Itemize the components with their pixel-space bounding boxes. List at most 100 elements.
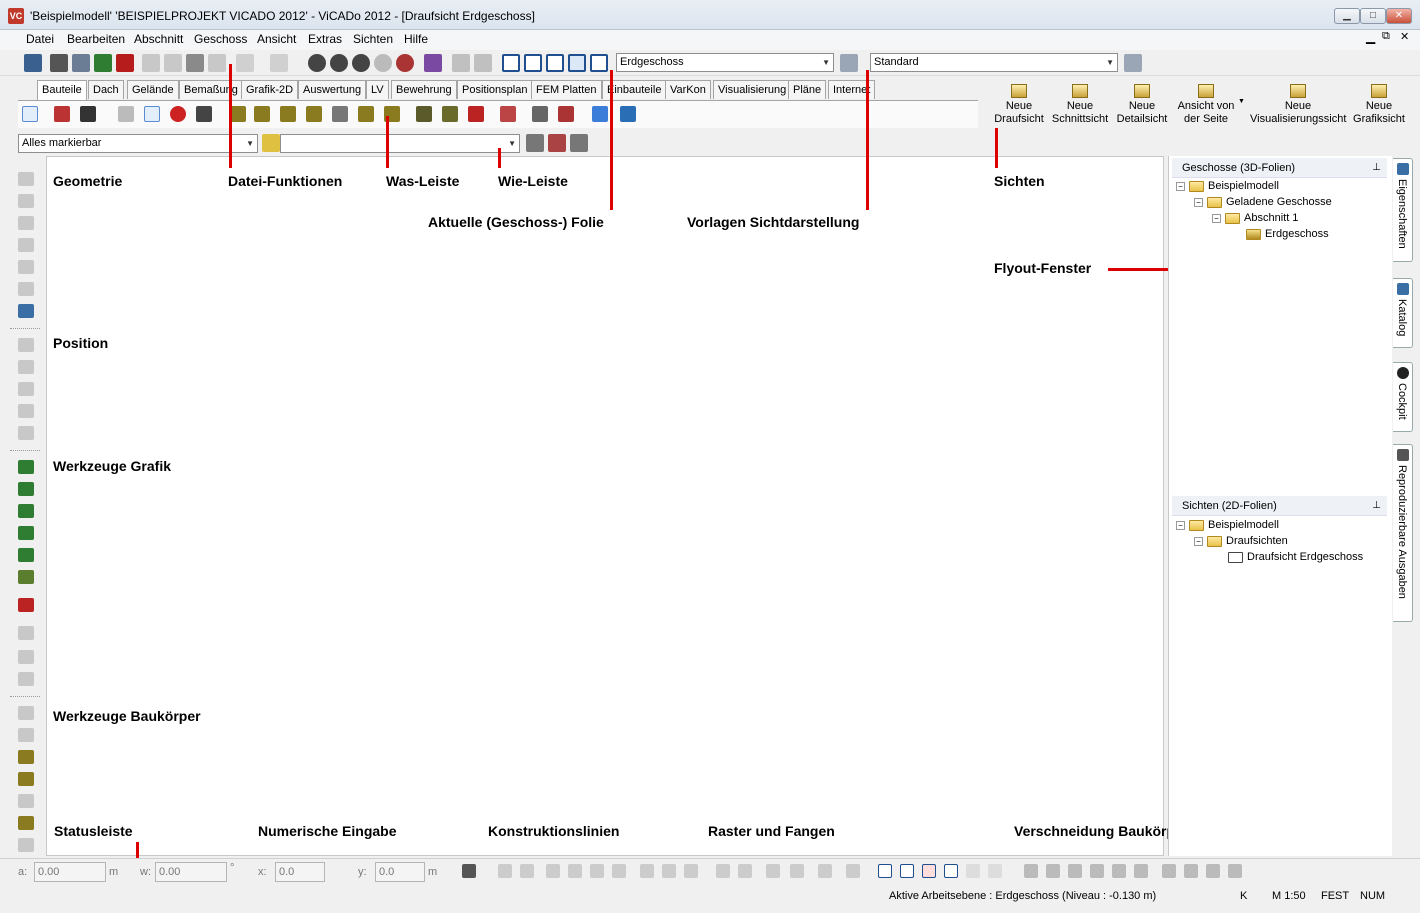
export-icon[interactable] <box>500 106 516 122</box>
construction-line-7-icon[interactable] <box>640 864 654 878</box>
baukoerper-tool-4-icon[interactable] <box>18 772 34 786</box>
tab-positionsplan[interactable]: Positionsplan <box>457 80 533 99</box>
floor-combo[interactable]: Erdgeschoss ▼ <box>616 53 834 72</box>
raster-5-icon[interactable] <box>966 864 980 878</box>
menu-extras[interactable]: Extras <box>308 32 342 46</box>
collapse-icon[interactable]: − <box>1194 536 1203 546</box>
panels-icon[interactable] <box>620 106 636 122</box>
print-preview-icon[interactable] <box>72 54 90 72</box>
opening-icon[interactable] <box>468 106 484 122</box>
window-vertical-icon[interactable] <box>524 54 542 72</box>
y-input[interactable]: 0.0 <box>375 862 425 882</box>
intersect-6-icon[interactable] <box>1134 864 1148 878</box>
collapse-icon[interactable]: − <box>1176 520 1185 530</box>
properties-icon[interactable] <box>424 54 442 72</box>
geometry-tool-7-icon[interactable] <box>18 304 34 318</box>
select-multi-icon[interactable] <box>144 106 160 122</box>
collapse-icon[interactable]: − <box>1194 197 1203 207</box>
numeric-settings-icon[interactable] <box>462 864 476 878</box>
grafik-tool-10-icon[interactable] <box>18 672 34 686</box>
grafik-tool-7-icon[interactable] <box>18 598 34 612</box>
geometry-tool-4-icon[interactable] <box>18 238 34 252</box>
grafik-tool-6-icon[interactable] <box>18 570 34 584</box>
tab-bewehrung[interactable]: Bewehrung <box>391 80 457 99</box>
mdi-close-icon[interactable]: ✕ <box>1400 30 1409 43</box>
menu-ansicht[interactable]: Ansicht <box>257 32 296 46</box>
window-single-icon[interactable] <box>590 54 608 72</box>
check-icon[interactable] <box>94 54 112 72</box>
block-icon[interactable] <box>416 106 432 122</box>
print-icon[interactable] <box>50 54 68 72</box>
tab-fem-platten[interactable]: FEM Platten <box>531 80 602 99</box>
style-settings-icon[interactable] <box>1124 54 1142 72</box>
beam-icon[interactable] <box>332 106 348 122</box>
cut-icon[interactable] <box>164 54 182 72</box>
construction-line-8-icon[interactable] <box>662 864 676 878</box>
collapse-icon[interactable]: − <box>1176 181 1185 191</box>
neue-schnittsicht-button[interactable]: Neue Schnittsicht <box>1050 84 1110 126</box>
copy-icon[interactable] <box>186 54 204 72</box>
selection-filter-combo[interactable]: Alles markierbar ▼ <box>18 134 258 153</box>
tree-node-geladene-geschosse[interactable]: − Geladene Geschosse <box>1194 196 1332 208</box>
layout-icon[interactable] <box>452 54 470 72</box>
tab-bemassung[interactable]: Bemaßung <box>179 80 243 99</box>
menu-geschoss[interactable]: Geschoss <box>194 32 247 46</box>
select-arrow-icon[interactable] <box>22 106 38 122</box>
construction-line-1-icon[interactable] <box>498 864 512 878</box>
filter-icon[interactable] <box>262 134 280 152</box>
tab-varkon[interactable]: VarKon <box>665 80 711 99</box>
intersect-7-icon[interactable] <box>1162 864 1176 878</box>
tree-node-draufsichten[interactable]: − Draufsichten <box>1194 535 1288 547</box>
baukoerper-tool-7-icon[interactable] <box>18 838 34 852</box>
foundation-icon[interactable] <box>358 106 374 122</box>
construction-line-5-icon[interactable] <box>590 864 604 878</box>
pin-icon[interactable]: ⊥ <box>1372 158 1381 178</box>
layers-icon[interactable] <box>558 106 574 122</box>
wall-icon[interactable] <box>230 106 246 122</box>
baukoerper-tool-6-icon[interactable] <box>18 816 34 830</box>
geometry-tool-5-icon[interactable] <box>18 260 34 274</box>
grafik-tool-4-icon[interactable] <box>18 526 34 540</box>
geometry-tool-2-icon[interactable] <box>18 194 34 208</box>
menu-datei[interactable]: Datei <box>26 32 54 46</box>
mdi-restore-icon[interactable]: ⧉ <box>1382 30 1390 43</box>
side-tab-cockpit[interactable]: Cockpit <box>1393 362 1413 432</box>
position-tool-1-icon[interactable] <box>18 338 34 352</box>
raster-2-icon[interactable] <box>900 864 914 878</box>
find-add-icon[interactable] <box>570 134 588 152</box>
style-combo[interactable]: Standard ▼ <box>870 53 1118 72</box>
layout2-icon[interactable] <box>474 54 492 72</box>
side-tab-eigenschaften[interactable]: Eigenschaften <box>1393 158 1413 262</box>
collapse-icon[interactable]: − <box>1212 213 1221 223</box>
tab-gelaende[interactable]: Gelände <box>127 80 179 99</box>
window-split-icon[interactable] <box>568 54 586 72</box>
close-button[interactable]: ✕ <box>1386 8 1412 24</box>
tab-auswertung[interactable]: Auswertung <box>298 80 367 99</box>
tab-dach[interactable]: Dach <box>88 80 124 99</box>
intersect-2-icon[interactable] <box>1046 864 1060 878</box>
tree-node-draufsicht-erdgeschoss[interactable]: Draufsicht Erdgeschoss <box>1228 551 1363 563</box>
position-tool-2-icon[interactable] <box>18 360 34 374</box>
table-icon[interactable] <box>254 106 270 122</box>
find-icon[interactable] <box>526 134 544 152</box>
side-tab-katalog[interactable]: Katalog <box>1393 278 1413 348</box>
tab-lv[interactable]: LV <box>366 80 389 99</box>
wie-combo[interactable]: ▼ <box>280 134 520 153</box>
stairs-icon[interactable] <box>280 106 296 122</box>
ansicht-von-der-seite-button[interactable]: Ansicht von der Seite <box>1174 84 1238 126</box>
tab-bauteile[interactable]: Bauteile <box>37 80 87 100</box>
intersect-5-icon[interactable] <box>1112 864 1126 878</box>
construction-line-2-icon[interactable] <box>520 864 534 878</box>
snap-2-icon[interactable] <box>738 864 752 878</box>
raster-4-icon[interactable] <box>944 864 958 878</box>
mdi-min-icon[interactable]: ▁ <box>1366 30 1375 44</box>
tab-grafik-2d[interactable]: Grafik-2D <box>241 80 299 99</box>
position-tool-5-icon[interactable] <box>18 426 34 440</box>
status-scale[interactable]: M 1:50 <box>1272 890 1306 902</box>
intersect-3-icon[interactable] <box>1068 864 1082 878</box>
line-icon[interactable] <box>54 106 70 122</box>
baukoerper-tool-2-icon[interactable] <box>18 728 34 742</box>
pin-icon[interactable]: ⊥ <box>1372 496 1381 516</box>
raster-1-icon[interactable] <box>878 864 892 878</box>
geometry-tool-1-icon[interactable] <box>18 172 34 186</box>
